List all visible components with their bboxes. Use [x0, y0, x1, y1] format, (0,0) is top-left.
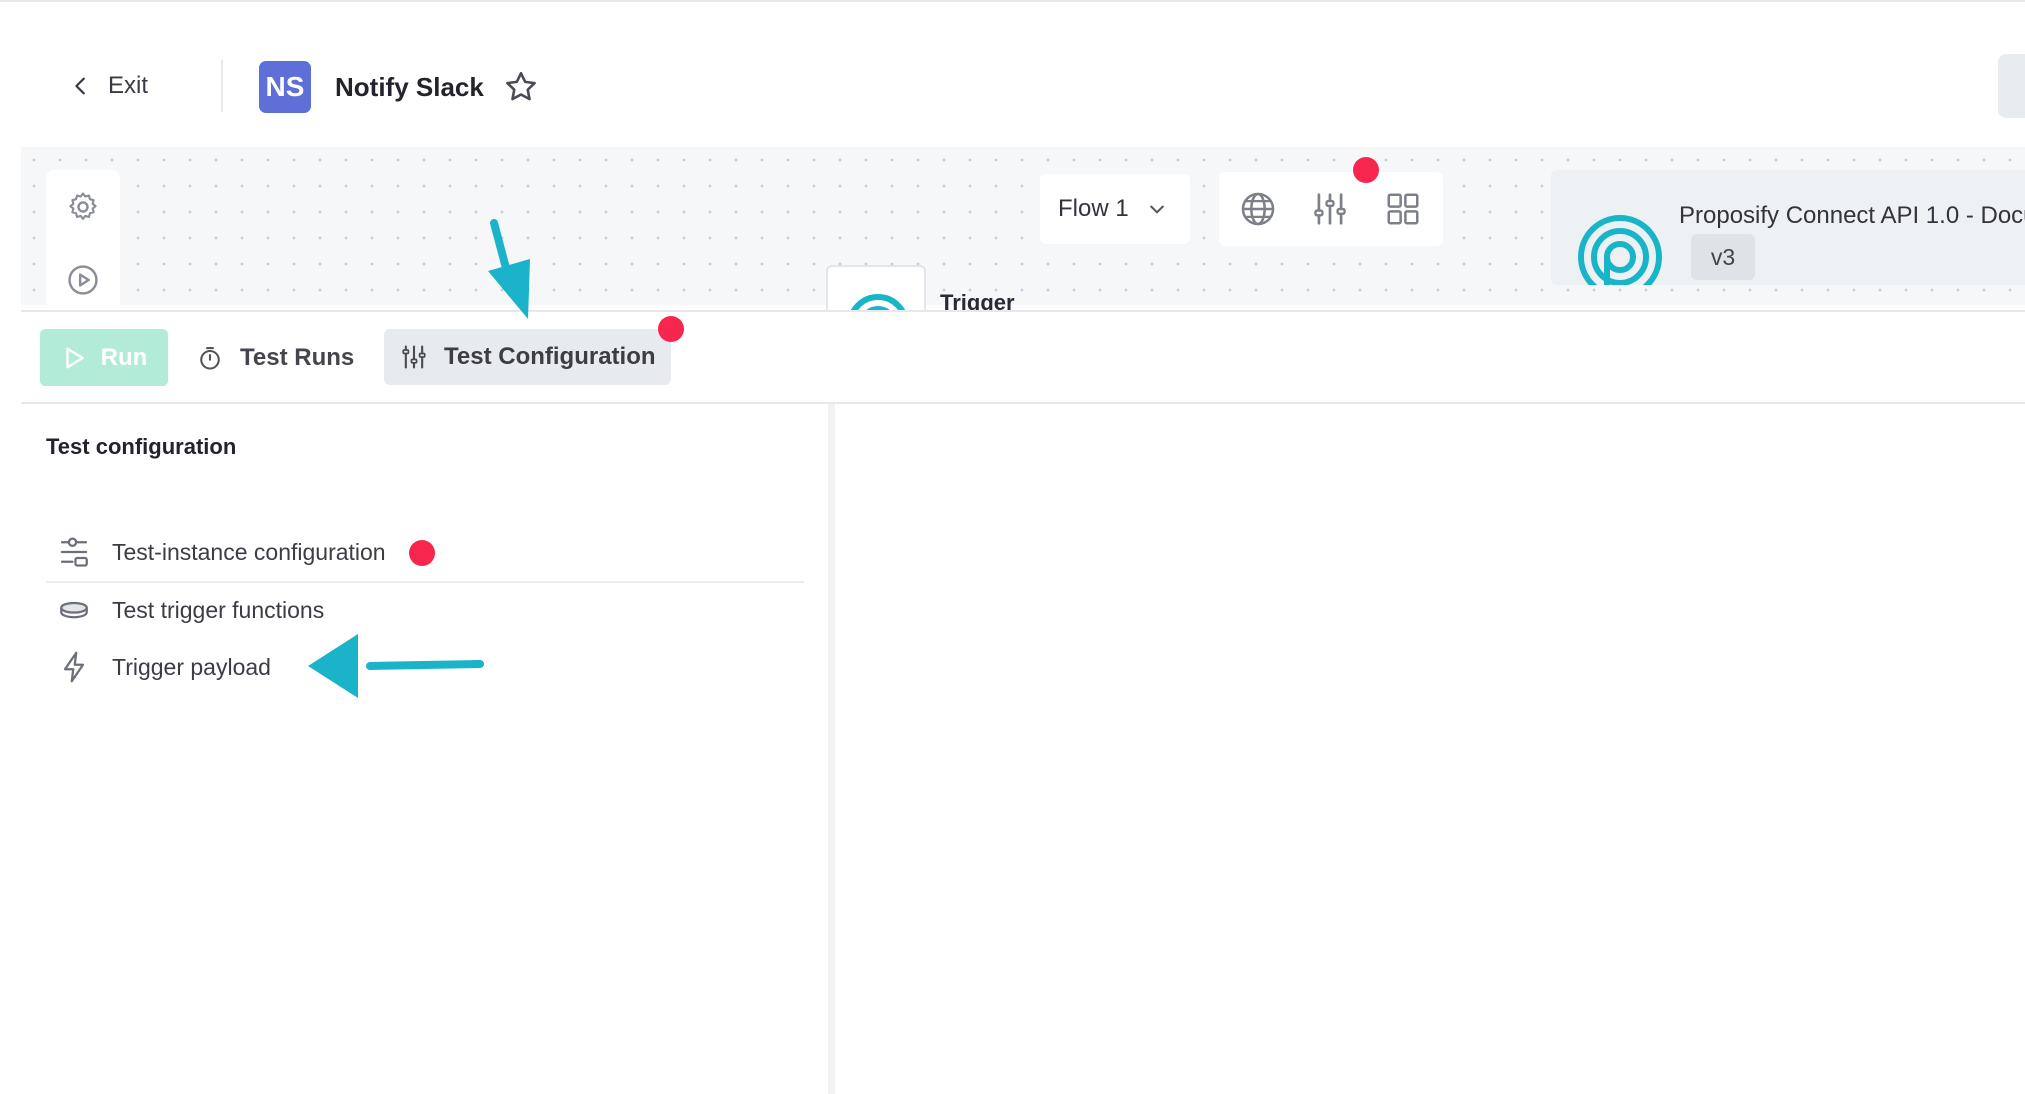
flow-select-value: Flow 1 — [1058, 195, 1129, 222]
header-action-button[interactable] — [1998, 54, 2025, 118]
header-divider — [221, 60, 223, 112]
flow-avatar: NS — [259, 61, 311, 113]
lightning-icon — [63, 651, 85, 683]
sliders-icon[interactable] — [1311, 190, 1349, 228]
section-title: Test configuration — [46, 434, 237, 459]
star-icon[interactable] — [503, 69, 539, 105]
tab-test-configuration[interactable]: Test Configuration — [384, 329, 671, 385]
canvas-side-toolbar — [46, 170, 120, 310]
panel-divider — [21, 402, 2025, 404]
tab-test-runs-label: Test Runs — [240, 344, 355, 371]
instance-config-icon — [60, 537, 88, 567]
flow-select[interactable]: Flow 1 — [1040, 174, 1190, 244]
notification-dot — [409, 540, 435, 566]
run-label: Run — [100, 343, 148, 371]
panel-column-divider[interactable] — [828, 404, 835, 1094]
annotation-arrow-down — [488, 219, 530, 319]
annotation-arrow-left — [308, 634, 484, 698]
exit-label: Exit — [108, 72, 149, 99]
connector-name: Proposify Connect API 1.0 - Docu — [1679, 202, 2025, 229]
menu-item-label: Trigger payload — [112, 653, 271, 680]
sliders-icon — [402, 345, 426, 369]
tab-test-runs[interactable]: Test Runs — [196, 336, 354, 380]
chevron-down-icon — [1149, 205, 1164, 214]
menu-item-label: Test-instance configuration — [112, 538, 386, 565]
menu-item-test-trigger-functions[interactable]: Test trigger functions — [56, 588, 324, 632]
play-icon — [65, 347, 84, 368]
exit-button[interactable]: Exit — [70, 66, 148, 106]
run-button[interactable]: Run — [40, 329, 168, 386]
menu-item-label: Test trigger functions — [112, 596, 325, 623]
chevron-left-icon — [75, 77, 85, 95]
grid-icon[interactable] — [1384, 190, 1422, 228]
flow-title: Notify Slack — [335, 72, 484, 102]
menu-divider — [46, 581, 804, 583]
trigger-function-icon — [60, 601, 88, 619]
globe-icon[interactable] — [1239, 190, 1277, 228]
notification-dot — [1353, 157, 1379, 183]
notification-dot — [658, 316, 684, 342]
gear-icon[interactable] — [66, 190, 100, 224]
top-border — [0, 0, 2025, 2]
view-toolbar — [1219, 172, 1443, 246]
connector-version-badge: v3 — [1691, 234, 1755, 280]
play-circle-icon[interactable] — [66, 263, 100, 297]
connector-card[interactable]: Proposify Connect API 1.0 - Docu v3 — [1551, 170, 2025, 285]
stopwatch-icon — [200, 347, 220, 370]
tab-test-configuration-label: Test Configuration — [444, 343, 656, 370]
menu-item-trigger-payload[interactable]: Trigger payload — [56, 645, 271, 689]
proposify-logo-icon — [1578, 215, 1662, 285]
menu-item-test-instance-configuration[interactable]: Test-instance configuration — [56, 530, 386, 574]
